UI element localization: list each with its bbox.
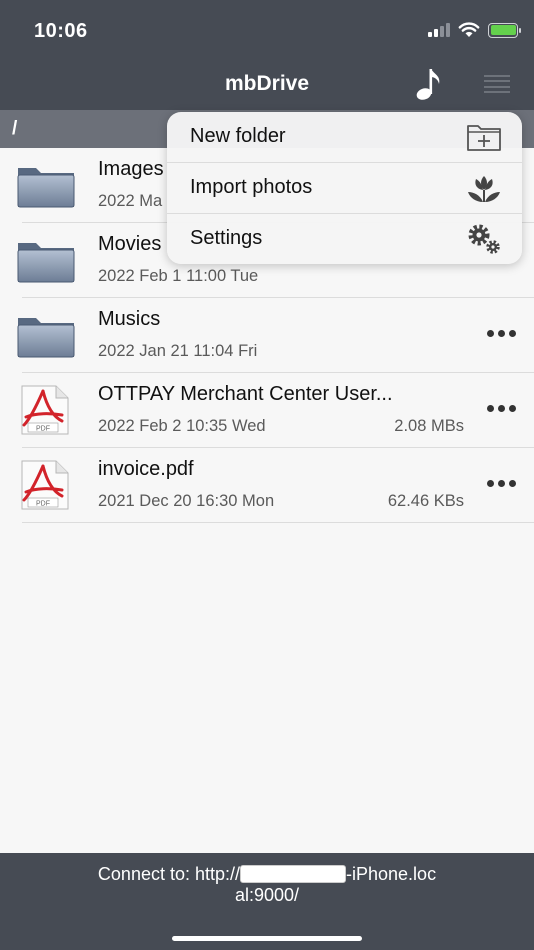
file-date: 2021 Dec 20 16:30 Mon [98,492,275,510]
music-note-icon[interactable] [414,66,444,102]
menu-item-import-photos[interactable]: Import photos [167,163,522,214]
wifi-icon [458,22,480,37]
file-size: 62.46 KBs [387,492,464,510]
menu-item-settings[interactable]: Settings [167,214,522,264]
status-time: 10:06 [34,20,88,42]
list-item[interactable]: PDF OTTPAY Merchant Center User... 2022 … [21,373,534,448]
current-path: / [12,118,18,139]
svg-text:PDF: PDF [36,501,50,508]
cellular-signal-icon [428,23,450,37]
folder-icon [17,168,75,208]
file-name: Images [98,158,164,180]
flower-icon [468,176,500,202]
file-date: 2022 Ma [98,192,163,210]
more-options-icon[interactable] [487,405,516,412]
folder-icon [17,243,75,283]
top-bar: 10:06 mbDrive [0,0,534,110]
connect-prefix: Connect to: http:// [97,864,241,884]
redacted-device-name [240,865,347,883]
gears-icon [468,224,500,254]
file-name: invoice.pdf [98,458,194,480]
file-name: Musics [98,308,161,330]
menu-item-label: Import photos [190,176,313,198]
file-name: OTTPAY Merchant Center User... [98,383,393,405]
menu-item-label: New folder [190,125,286,147]
pdf-file-icon: PDF [21,385,69,435]
more-options-icon[interactable] [487,330,516,337]
connection-line-2: al:9000/ [234,885,300,905]
connect-suffix: -iPhone.loc [346,864,437,884]
folder-icon [17,318,75,358]
dropdown-menu: New folder Import photos Settings [167,112,522,264]
home-indicator [172,936,362,941]
menu-icon[interactable] [484,75,510,93]
battery-icon [488,22,521,38]
file-size: 2.08 MBs [394,417,464,435]
connection-line-1: Connect to: http:// -iPhone.loc [0,864,534,885]
more-options-icon[interactable] [487,480,516,487]
list-item[interactable]: Musics 2022 Jan 21 11:04 Fri [17,298,534,373]
app-title: mbDrive [224,72,310,95]
file-name: Movies [98,233,162,255]
list-item[interactable]: PDF invoice.pdf 2021 Dec 20 16:30 Mon 62… [21,448,534,523]
file-date: 2022 Jan 21 11:04 Fri [98,342,258,360]
status-icons [428,22,521,38]
menu-item-new-folder[interactable]: New folder [167,112,522,163]
file-date: 2022 Feb 2 10:35 Wed [98,417,266,435]
file-date: 2022 Feb 1 11:00 Tue [98,267,259,285]
pdf-file-icon: PDF [21,460,69,510]
menu-item-label: Settings [190,227,263,249]
new-folder-icon [467,125,501,151]
svg-text:PDF: PDF [36,426,50,433]
